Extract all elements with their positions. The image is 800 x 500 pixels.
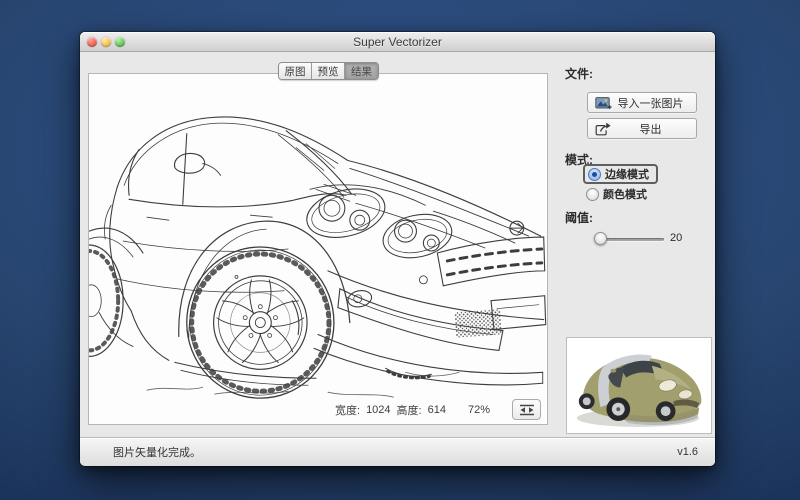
radio-option-color-mode[interactable]: 颜色模式 xyxy=(586,186,647,202)
status-message: 图片矢量化完成。 xyxy=(113,444,201,460)
height-value: 614 xyxy=(428,404,446,416)
export-button[interactable]: 导出 xyxy=(587,118,697,139)
desktop-background: Super Vectorizer xyxy=(0,0,800,500)
fit-button[interactable] xyxy=(512,399,541,420)
tab-original[interactable]: 原图 xyxy=(279,63,312,79)
slider-thumb[interactable] xyxy=(594,232,607,245)
fit-to-window-icon xyxy=(519,404,535,416)
app-window: Super Vectorizer xyxy=(80,32,715,466)
color-mode-label: 颜色模式 xyxy=(603,186,647,202)
status-bar: 图片矢量化完成。 v1.6 xyxy=(80,437,715,466)
zoom-level: 72% xyxy=(468,404,490,416)
close-button[interactable] xyxy=(87,37,97,47)
view-tabs: 原图 预览 结果 xyxy=(278,62,379,80)
file-section-label: 文件: xyxy=(565,65,593,82)
window-title: Super Vectorizer xyxy=(80,32,715,52)
vectorized-car-drawing xyxy=(89,74,547,424)
threshold-value: 20 xyxy=(670,232,682,244)
threshold-slider[interactable] xyxy=(594,232,664,246)
import-image-button[interactable]: 导入一张图片 xyxy=(587,92,697,113)
width-label: 宽度: xyxy=(335,402,360,418)
radio-option-edge-mode[interactable]: 边缘模式 xyxy=(583,164,658,184)
zoom-window-button[interactable] xyxy=(115,37,125,47)
original-image-thumbnail xyxy=(566,337,712,434)
radio-button-selected-icon xyxy=(588,168,601,181)
slider-track[interactable] xyxy=(597,238,664,241)
import-image-icon xyxy=(595,96,612,110)
threshold-section-label: 阈值: xyxy=(565,209,593,226)
export-button-label: 导出 xyxy=(612,121,689,137)
radio-button-unselected-icon xyxy=(586,188,599,201)
version-label: v1.6 xyxy=(677,446,698,458)
result-canvas[interactable]: 宽度: 1024 高度: 614 72% xyxy=(88,73,548,425)
titlebar[interactable]: Super Vectorizer xyxy=(80,32,715,52)
width-value: 1024 xyxy=(366,404,390,416)
height-label: 高度: xyxy=(397,402,422,418)
tab-result[interactable]: 结果 xyxy=(345,63,378,79)
tab-preview[interactable]: 预览 xyxy=(312,63,345,79)
import-image-button-label: 导入一张图片 xyxy=(612,95,689,111)
edge-mode-label: 边缘模式 xyxy=(605,166,649,182)
original-car-photo xyxy=(567,338,711,433)
export-icon xyxy=(595,122,612,136)
minimize-button[interactable] xyxy=(101,37,111,47)
